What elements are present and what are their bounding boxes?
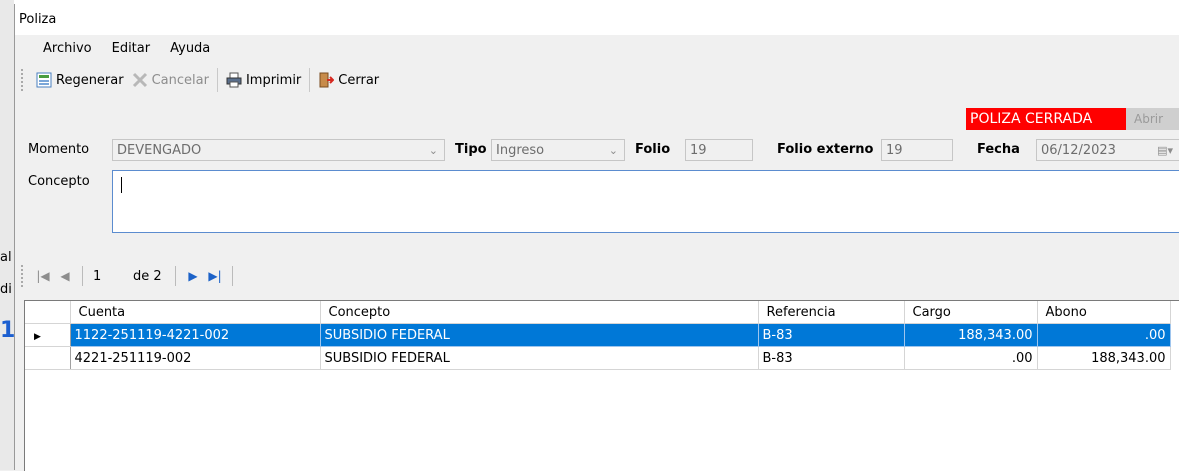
- tipo-value: Ingreso: [496, 143, 545, 158]
- cell-cargo[interactable]: 188,343.00: [904, 323, 1038, 347]
- regenerar-label: Regenerar: [56, 72, 124, 88]
- row-selector[interactable]: [25, 346, 71, 370]
- folio-label: Folio: [635, 142, 671, 157]
- record-count: de 2: [133, 268, 162, 284]
- cancelar-button[interactable]: Cancelar: [128, 68, 213, 92]
- accounts-grid: Cuenta Concepto Referencia Cargo Abono ▶…: [24, 300, 1179, 471]
- concepto-label: Concepto: [28, 174, 90, 189]
- background-text: di: [0, 282, 12, 297]
- table-row[interactable]: ▶ 1122-251119-4221-002 SUBSIDIO FEDERAL …: [25, 323, 1171, 347]
- column-header-cargo[interactable]: Cargo: [904, 301, 1038, 324]
- imprimir-label: Imprimir: [245, 72, 302, 88]
- calendar-icon: ▤▾: [1157, 144, 1173, 157]
- record-navigator: |◀ ◀ 1 de 2 ▶ ▶|: [15, 261, 1179, 291]
- status-badge: POLIZA CERRADA: [966, 108, 1126, 130]
- regenerar-button[interactable]: Regenerar: [32, 68, 128, 92]
- cell-referencia[interactable]: B-83: [758, 346, 905, 370]
- background-window: al di 1: [0, 0, 15, 470]
- folio-externo-label: Folio externo: [777, 142, 874, 157]
- tipo-label: Tipo: [455, 142, 487, 157]
- last-record-icon[interactable]: ▶|: [204, 269, 226, 283]
- window-title: Poliza: [15, 4, 1179, 35]
- header-row: Cuenta Concepto Referencia Cargo Abono: [25, 301, 1171, 324]
- cell-concepto[interactable]: SUBSIDIO FEDERAL: [320, 346, 759, 370]
- cell-cargo[interactable]: .00: [904, 346, 1038, 370]
- fecha-label: Fecha: [977, 142, 1020, 157]
- cell-cuenta[interactable]: 1122-251119-4221-002: [70, 323, 321, 347]
- abrir-button[interactable]: Abrir: [1126, 108, 1179, 130]
- cell-abono[interactable]: 188,343.00: [1037, 346, 1171, 370]
- cancelar-label: Cancelar: [151, 72, 209, 88]
- accounts-table: Cuenta Concepto Referencia Cargo Abono ▶…: [25, 301, 1171, 370]
- menu-ayuda[interactable]: Ayuda: [160, 35, 220, 62]
- cerrar-button[interactable]: Cerrar: [314, 68, 383, 92]
- momento-label: Momento: [28, 142, 90, 157]
- navigator-grip[interactable]: [21, 265, 26, 287]
- column-header-cuenta[interactable]: Cuenta: [70, 301, 321, 324]
- toolbar: Regenerar Cancelar Imprimir Cerrar: [15, 62, 1179, 98]
- current-row-arrow-icon: ▶: [34, 331, 41, 342]
- cancel-x-icon: [132, 72, 148, 88]
- row-header-corner: [25, 301, 71, 324]
- cell-referencia[interactable]: B-83: [758, 323, 905, 347]
- printer-icon: [226, 72, 242, 88]
- position-input[interactable]: 1: [89, 269, 133, 284]
- first-record-icon[interactable]: |◀: [32, 269, 54, 283]
- folio-field[interactable]: 19: [685, 139, 753, 161]
- previous-record-icon[interactable]: ◀: [54, 269, 76, 283]
- concepto-textarea[interactable]: [112, 170, 1179, 233]
- close-door-icon: [318, 72, 335, 88]
- menu-archivo[interactable]: Archivo: [33, 35, 102, 62]
- chevron-down-icon: ⌄: [428, 144, 438, 157]
- navigator-separator: [232, 266, 233, 286]
- toolbar-grip[interactable]: [21, 69, 26, 91]
- text-caret: [121, 177, 122, 193]
- cell-cuenta[interactable]: 4221-251119-002: [70, 346, 321, 370]
- fecha-picker[interactable]: 06/12/2023 ▤▾: [1036, 139, 1179, 161]
- table-row[interactable]: 4221-251119-002 SUBSIDIO FEDERAL B-83 .0…: [25, 346, 1171, 370]
- column-header-abono[interactable]: Abono: [1037, 301, 1171, 324]
- toolbar-separator: [216, 68, 218, 92]
- navigator-separator: [175, 266, 176, 286]
- fecha-value: 06/12/2023: [1041, 143, 1116, 158]
- cell-concepto[interactable]: SUBSIDIO FEDERAL: [320, 323, 759, 347]
- menu-editar[interactable]: Editar: [102, 35, 161, 62]
- folio-externo-field[interactable]: 19: [881, 139, 953, 161]
- status-row: POLIZA CERRADA Abrir: [966, 108, 1179, 130]
- navigator-separator: [82, 266, 83, 286]
- momento-select[interactable]: DEVENGADO ⌄: [112, 139, 445, 161]
- menu-bar: Archivo Editar Ayuda: [15, 35, 1179, 62]
- toolbar-separator: [309, 68, 311, 92]
- cerrar-label: Cerrar: [338, 72, 380, 88]
- cell-abono[interactable]: .00: [1037, 323, 1171, 347]
- imprimir-button[interactable]: Imprimir: [222, 68, 305, 92]
- header-fields: Momento DEVENGADO ⌄ Tipo Ingreso ⌄ Folio…: [15, 135, 1179, 165]
- momento-value: DEVENGADO: [117, 143, 202, 158]
- next-record-icon[interactable]: ▶: [182, 269, 204, 283]
- poliza-dialog: Poliza Archivo Editar Ayuda Regenerar Ca…: [14, 4, 1179, 471]
- tipo-select[interactable]: Ingreso ⌄: [491, 139, 625, 161]
- row-selector[interactable]: ▶: [25, 323, 71, 347]
- column-header-concepto[interactable]: Concepto: [320, 301, 759, 324]
- column-header-referencia[interactable]: Referencia: [758, 301, 905, 324]
- background-text: al: [0, 250, 12, 265]
- regenerate-icon: [36, 72, 52, 88]
- chevron-down-icon: ⌄: [608, 144, 618, 157]
